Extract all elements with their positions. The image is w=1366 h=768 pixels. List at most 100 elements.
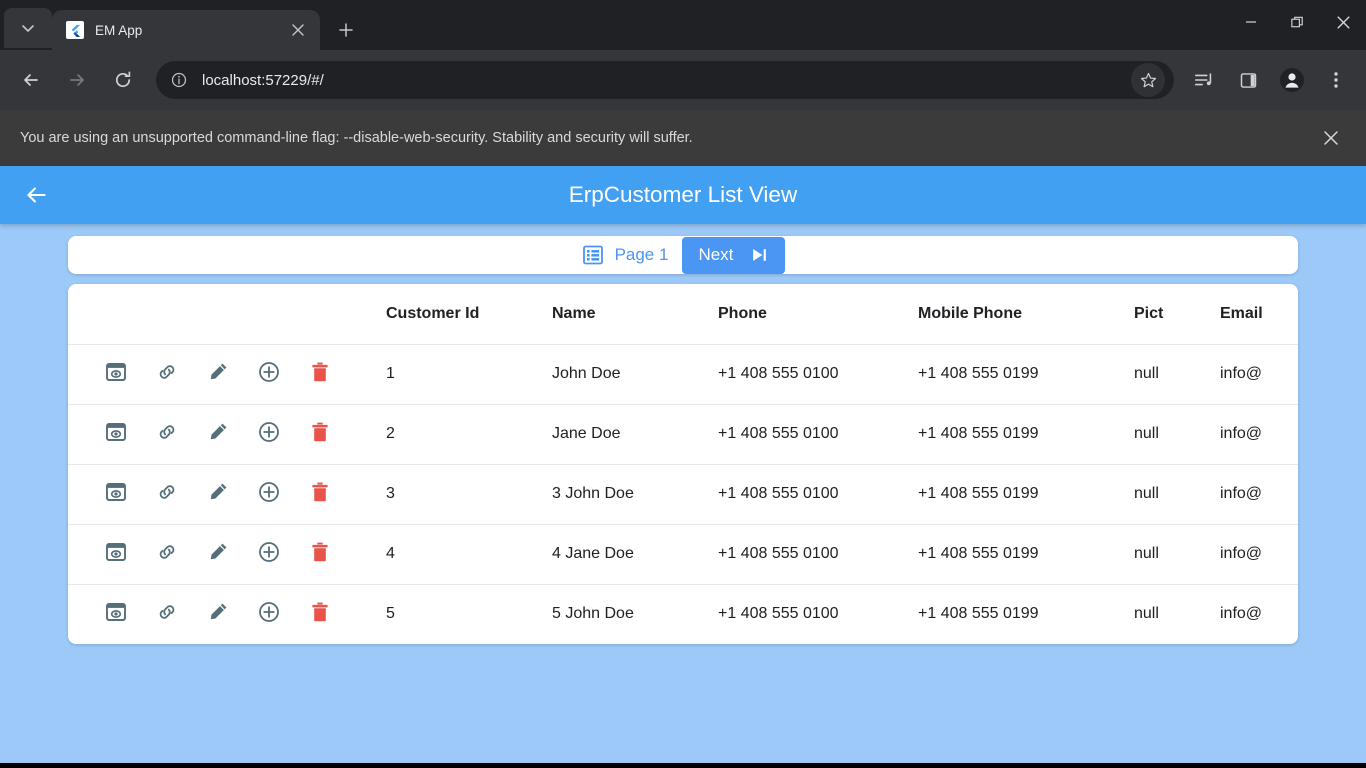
info-circle-icon[interactable] [170,71,188,89]
pagination-bar: Page 1 Next [68,236,1298,274]
bookmark-button[interactable] [1131,63,1165,97]
side-panel-button[interactable] [1229,61,1267,99]
cell-mobile-phone: +1 408 555 0199 [918,365,1039,382]
edit-pencil-button[interactable] [206,600,230,629]
cell-phone: +1 408 555 0100 [718,485,839,502]
tab-search-button[interactable] [4,8,52,48]
cell-mobile-phone: +1 408 555 0199 [918,545,1039,562]
header-phone: Phone [718,304,767,322]
arrow-right-icon [70,74,84,86]
preview-button[interactable] [104,360,128,389]
app-back-button[interactable] [12,171,60,219]
cell-phone: +1 408 555 0100 [718,545,839,562]
delete-trash-button[interactable] [308,420,332,449]
new-tab-button[interactable] [330,14,362,46]
edit-pencil-button[interactable] [206,540,230,569]
link-button[interactable] [155,480,179,509]
next-page-button[interactable]: Next [682,236,786,274]
profile-avatar-icon [1280,68,1304,92]
cell-mobile-phone: +1 408 555 0199 [918,605,1039,623]
delete-trash-button[interactable] [308,480,332,509]
row-action-group [68,360,386,389]
tab-title: EM App [95,22,143,38]
plus-icon [339,23,353,37]
address-bar[interactable]: localhost:57229/#/ [156,61,1174,99]
edit-pencil-button[interactable] [206,480,230,509]
url-text[interactable]: localhost:57229/#/ [202,72,1131,89]
flag-notice-close-button[interactable] [1316,123,1346,153]
tab-close-button[interactable] [286,18,310,42]
cell-email: info@ [1220,365,1263,382]
link-button[interactable] [155,420,179,449]
side-panel-icon [1240,72,1256,88]
cell-name: Jane Doe [552,425,621,442]
browser-window: EM App localhost:57229/#/ You are using … [0,0,1366,763]
arrow-left-icon [24,74,38,86]
edit-pencil-button[interactable] [206,360,230,389]
link-icon [155,480,179,509]
add-circle-button[interactable] [257,600,281,629]
window-controls [1228,0,1366,44]
edit-pencil-button[interactable] [206,420,230,449]
table-row: 4 4 Jane Doe +1 408 555 0100 +1 408 555 019… [68,524,1298,584]
preview-button[interactable] [104,540,128,569]
app-bar: ErpCustomer List View [0,166,1366,224]
page-number-label[interactable]: Page 1 [615,245,669,265]
preview-button[interactable] [104,420,128,449]
cell-email: info@ [1220,485,1263,502]
close-icon [292,24,304,36]
browser-menu-button[interactable] [1317,61,1355,99]
page-viewport: ErpCustomer List View Page 1 Next Custom… [0,166,1366,763]
link-icon [155,360,179,389]
delete-trash-button[interactable] [308,360,332,389]
row-action-group [68,540,386,569]
cell-email: info@ [1220,545,1263,562]
add-circle-button[interactable] [257,420,281,449]
add-circle-icon [257,600,281,629]
link-button[interactable] [155,600,179,629]
preview-button[interactable] [104,600,128,629]
link-icon [155,420,179,449]
table-row: 1 John Doe +1 408 555 0100 +1 408 555 0199 n… [68,344,1298,404]
edit-pencil-icon [206,360,230,389]
cell-name: 4 Jane Doe [552,545,634,562]
cell-customer-id: 1 [386,365,395,382]
preview-icon [104,540,128,569]
edit-pencil-icon [206,420,230,449]
forward-button[interactable] [58,61,96,99]
add-circle-button[interactable] [257,480,281,509]
row-action-group [68,420,386,449]
preview-button[interactable] [104,480,128,509]
cell-pict: null [1134,365,1159,382]
add-circle-icon [257,420,281,449]
customer-table: Customer Id Name Phone Mobile Phone Pict… [68,284,1298,644]
cell-customer-id: 2 [386,425,395,442]
header-mobile-phone: Mobile Phone [918,304,1022,322]
row-actions-cell [68,524,386,584]
browser-tab[interactable]: EM App [52,10,320,50]
window-maximize-button[interactable] [1274,0,1320,44]
table-body: 1 John Doe +1 408 555 0100 +1 408 555 0199 n… [68,344,1298,644]
link-button[interactable] [155,360,179,389]
row-actions-cell [68,344,386,404]
delete-trash-button[interactable] [308,540,332,569]
add-circle-button[interactable] [257,540,281,569]
delete-trash-button[interactable] [308,600,332,629]
cell-phone: +1 408 555 0100 [718,605,839,623]
back-button[interactable] [12,61,50,99]
preview-icon [104,480,128,509]
flag-notice-text: You are using an unsupported command-lin… [20,130,693,146]
delete-trash-icon [308,360,332,389]
link-button[interactable] [155,540,179,569]
window-minimize-button[interactable] [1228,0,1274,44]
add-circle-button[interactable] [257,360,281,389]
media-button[interactable] [1185,61,1223,99]
window-close-button[interactable] [1320,0,1366,44]
row-action-group [68,480,386,509]
edit-pencil-icon [206,480,230,509]
reload-button[interactable] [104,61,142,99]
table-list-icon[interactable] [581,243,605,267]
close-icon [1324,131,1338,145]
tab-strip: EM App [0,0,1366,50]
profile-button[interactable] [1273,61,1311,99]
